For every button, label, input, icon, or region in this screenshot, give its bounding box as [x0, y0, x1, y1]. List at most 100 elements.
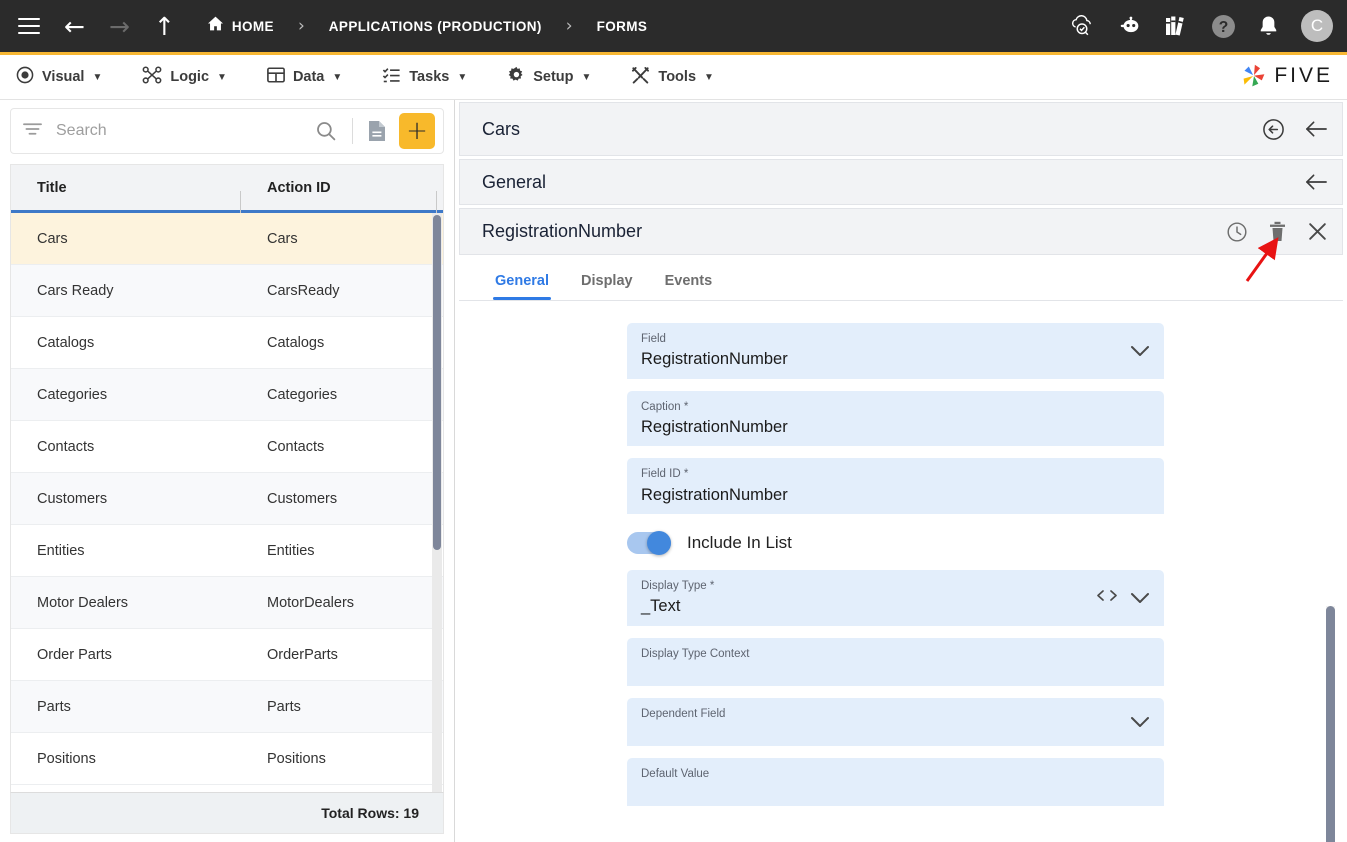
column-header-title[interactable]: Title [11, 179, 241, 215]
cell-title: Categories [37, 386, 108, 403]
document-icon[interactable] [359, 120, 395, 142]
bell-icon[interactable] [1258, 15, 1279, 38]
field-display-type[interactable]: Display Type * _Text [627, 569, 1164, 626]
menu-item-logic[interactable]: Logic ▼ [142, 66, 227, 88]
field-label: Display Type * [641, 579, 715, 592]
detail-header-actions [1226, 221, 1328, 243]
tab-general[interactable]: General [479, 273, 565, 300]
forward-icon[interactable]: → [109, 14, 130, 39]
breadcrumb-separator: › [297, 16, 305, 36]
back-arrow-icon[interactable] [1305, 119, 1328, 139]
robot-icon[interactable] [1117, 16, 1143, 36]
cell-title: Positions [37, 750, 96, 767]
cell-action-id: Contacts [267, 438, 325, 455]
menu-item-tools[interactable]: Tools ▼ [631, 66, 714, 88]
cell-action-id: Catalogs [267, 334, 325, 351]
chevron-down-icon: ▼ [457, 71, 468, 83]
menu-item-tasks[interactable]: Tasks ▼ [382, 66, 467, 88]
menu-item-setup[interactable]: Setup ▼ [507, 66, 591, 88]
revert-icon[interactable] [1262, 118, 1285, 141]
code-icon[interactable] [1096, 589, 1118, 607]
breadcrumb: HOME › APPLICATIONS (PRODUCTION) › FORMS [207, 16, 647, 36]
field-default-value[interactable]: Default Value [627, 757, 1164, 806]
home-icon [207, 16, 224, 36]
avatar[interactable]: C [1301, 10, 1333, 42]
table-row[interactable]: Categories Categories [11, 369, 443, 421]
field-dependent-field[interactable]: Dependent Field [627, 697, 1164, 746]
up-icon[interactable]: ↑ [154, 14, 175, 39]
brand-label: FIVE [1274, 64, 1333, 87]
cell-action-id: Customers [267, 490, 338, 507]
field-field-id[interactable]: Field ID * RegistrationNumber [627, 458, 1164, 514]
chevron-down-icon: ▼ [332, 71, 343, 83]
add-button[interactable]: + [399, 113, 435, 149]
total-rows-label: Total Rows: 19 [321, 805, 419, 821]
breadcrumb-item-home[interactable]: HOME [232, 19, 274, 34]
sidebar-scrollbar[interactable] [432, 213, 442, 792]
field-display-type-context[interactable]: Display Type Context [627, 637, 1164, 686]
chevron-down-icon[interactable] [1130, 344, 1150, 357]
column-header-label: Title [37, 179, 67, 196]
chevron-down-icon[interactable] [1130, 591, 1150, 604]
field-value: RegistrationNumber [641, 350, 788, 369]
table-row[interactable]: Contacts Contacts [11, 421, 443, 473]
tab-events[interactable]: Events [649, 273, 729, 300]
table-row[interactable]: Catalogs Catalogs [11, 317, 443, 369]
delete-icon[interactable] [1268, 221, 1287, 243]
scrollbar-thumb[interactable] [1326, 606, 1335, 842]
table-row[interactable]: Cars Cars [11, 213, 443, 265]
table-row[interactable]: Positions Positions [11, 733, 443, 785]
chevron-down-icon: ▼ [704, 71, 714, 83]
hamburger-icon[interactable] [18, 18, 40, 34]
include-in-list-row: Include In List [627, 526, 1164, 558]
table-row[interactable]: Order Parts OrderParts [11, 629, 443, 681]
menu-item-visual[interactable]: Visual ▼ [16, 66, 102, 88]
search-icon[interactable] [306, 121, 346, 141]
breadcrumb-item-forms[interactable]: FORMS [597, 19, 648, 34]
back-icon[interactable]: ← [64, 14, 85, 39]
table-row[interactable]: Entities Entities [11, 525, 443, 577]
column-resizer[interactable] [436, 190, 437, 215]
main-scrollbar[interactable] [1326, 606, 1335, 842]
history-icon[interactable] [1226, 221, 1248, 243]
menu-item-data[interactable]: Data ▼ [267, 66, 342, 88]
cell-title: Customers [37, 490, 108, 507]
table-row[interactable]: Motor Dealers MotorDealers [11, 577, 443, 629]
books-icon[interactable] [1165, 15, 1189, 37]
grid-rows: Cars Cars Cars Ready CarsReady Catalogs … [11, 213, 443, 792]
table-row[interactable]: Parts Parts [11, 681, 443, 733]
grid-header: Title Action ID [11, 165, 443, 215]
field-label: Display Type Context [641, 647, 750, 660]
records-grid: Title Action ID Cars Cars Cars Ready Car… [10, 164, 444, 792]
filter-icon[interactable] [23, 122, 42, 141]
help-icon[interactable]: ? [1211, 14, 1236, 39]
chevron-down-icon[interactable] [1130, 715, 1150, 728]
sidebar: + Title Action ID Cars Cars Cars [0, 100, 455, 842]
checklist-icon [382, 66, 401, 88]
menu-bar: Visual ▼ Logic ▼ Data ▼ Tasks ▼ Setup ▼ … [0, 55, 1347, 100]
field-caption[interactable]: Caption * RegistrationNumber [627, 390, 1164, 447]
chevron-down-icon: ▼ [217, 71, 227, 83]
close-icon[interactable] [1307, 221, 1328, 242]
field-value: _Text [641, 597, 681, 616]
search-input[interactable] [56, 122, 306, 140]
cell-title: Catalogs [37, 334, 95, 351]
back-arrow-icon[interactable] [1305, 172, 1328, 192]
cell-action-id: Positions [267, 750, 326, 767]
column-header-action-id[interactable]: Action ID [241, 180, 437, 215]
cloud-check-icon[interactable] [1069, 15, 1095, 37]
total-rows-bar: Total Rows: 19 [10, 792, 444, 834]
table-row[interactable]: Cars Ready CarsReady [11, 265, 443, 317]
section-header: General [459, 159, 1343, 205]
form-area: Field RegistrationNumber Caption * Regis… [455, 301, 1347, 842]
breadcrumb-item-applications[interactable]: APPLICATIONS (PRODUCTION) [329, 19, 542, 34]
field-label: Field ID * [641, 468, 689, 481]
field-field[interactable]: Field RegistrationNumber [627, 323, 1164, 379]
tab-display[interactable]: Display [565, 273, 649, 300]
cell-title: Cars Ready [37, 282, 114, 299]
scrollbar-thumb[interactable] [433, 215, 441, 550]
table-row[interactable]: Customers Customers [11, 473, 443, 525]
field-value: RegistrationNumber [641, 485, 788, 504]
detail-tabs: General Display Events [459, 255, 1343, 301]
include-in-list-toggle[interactable] [627, 530, 671, 555]
